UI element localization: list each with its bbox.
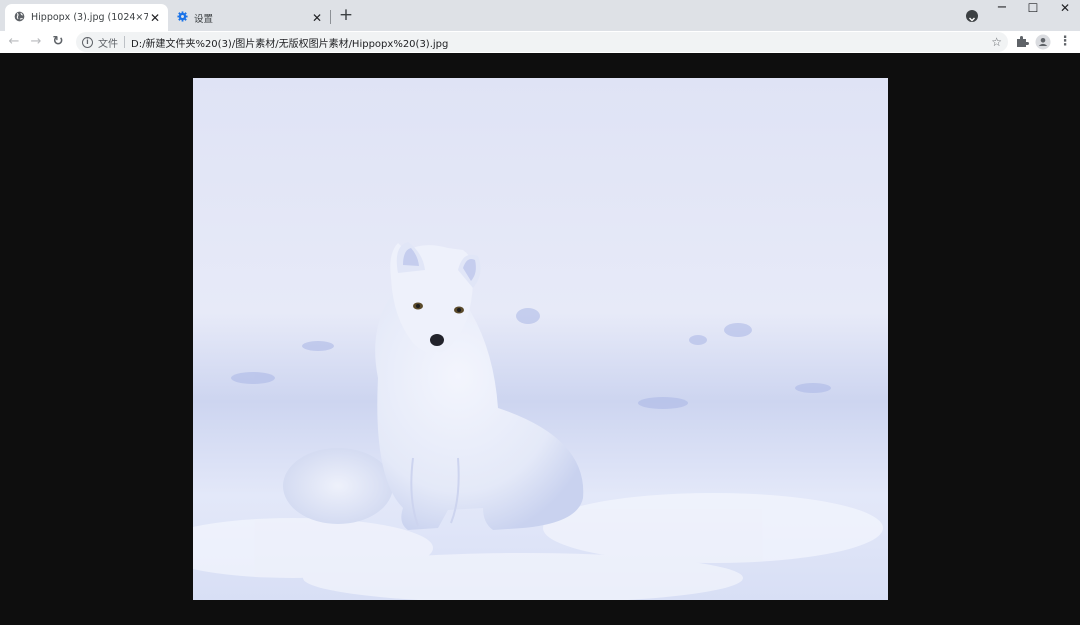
maximize-button[interactable]: ☐ — [1019, 0, 1047, 18]
bookmark-star-icon[interactable]: ☆ — [991, 35, 1002, 49]
tab-search-icon[interactable] — [966, 10, 978, 22]
tab-divider — [330, 10, 331, 24]
tab-settings[interactable]: 设置 ✕ — [170, 4, 330, 31]
tab-strip: Hippopx (3).jpg (1024×768) ✕ 设置 ✕ + − ☐ … — [0, 0, 1080, 31]
profile-avatar-icon[interactable] — [1035, 34, 1051, 50]
toolbar: ← → ↻ i 文件 D:/新建文件夹%20(3)/图片素材/无版权图片素材/H… — [0, 31, 1080, 53]
globe-icon — [14, 11, 25, 25]
omnibox-divider — [124, 36, 125, 48]
reload-button[interactable]: ↻ — [50, 34, 66, 50]
forward-button[interactable]: → — [28, 34, 44, 50]
tab-title: 设置 — [194, 13, 214, 25]
menu-dots-icon[interactable]: ⋮ — [1057, 34, 1073, 50]
gear-icon — [177, 10, 188, 25]
tab-title: Hippopx (3).jpg (1024×768) — [31, 12, 148, 23]
minimize-button[interactable]: − — [988, 0, 1016, 18]
address-bar[interactable]: i 文件 D:/新建文件夹%20(3)/图片素材/无版权图片素材/Hippopx… — [76, 32, 1008, 52]
tab-image[interactable]: Hippopx (3).jpg (1024×768) ✕ — [5, 4, 168, 31]
tab-close-icon[interactable]: ✕ — [310, 11, 324, 25]
tab-close-icon[interactable]: ✕ — [148, 11, 162, 25]
extensions-puzzle-icon[interactable] — [1014, 34, 1030, 50]
url-text[interactable]: D:/新建文件夹%20(3)/图片素材/无版权图片素材/Hippopx%20(3… — [131, 35, 448, 50]
new-tab-button[interactable]: + — [337, 7, 355, 25]
info-icon[interactable]: i — [82, 36, 93, 48]
close-window-button[interactable]: ✕ — [1051, 0, 1079, 18]
arctic-fox-photo — [193, 78, 888, 600]
site-info-label: 文件 — [98, 38, 118, 50]
back-button[interactable]: ← — [6, 34, 22, 50]
